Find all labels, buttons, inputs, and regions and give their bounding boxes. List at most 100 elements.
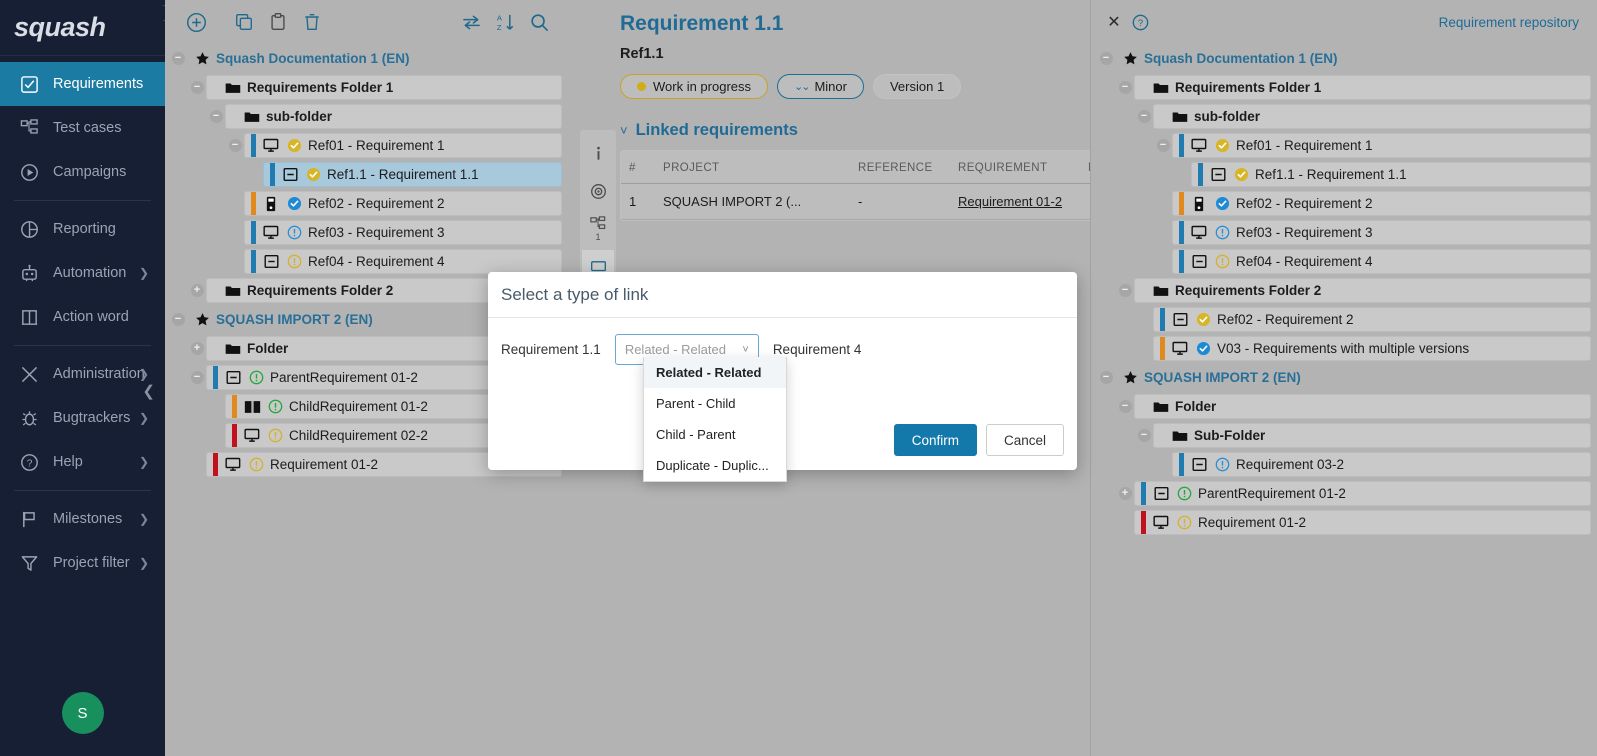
tree-toggle-minus[interactable]: − bbox=[188, 79, 206, 97]
tree-project-node[interactable]: −Squash Documentation 1 (EN) bbox=[165, 44, 562, 73]
tree-requirement-node[interactable]: Ref02 - Requirement 2 bbox=[1091, 305, 1591, 334]
tree-folder-node[interactable]: −Sub-Folder bbox=[1091, 421, 1591, 450]
tree-toggle-minus[interactable]: − bbox=[1154, 137, 1172, 155]
version-badge[interactable]: Version 1 bbox=[873, 74, 961, 99]
tree-row-box[interactable]: sub-folder bbox=[225, 104, 562, 129]
tree-toggle-minus[interactable]: − bbox=[1097, 369, 1115, 387]
transfer-icon[interactable] bbox=[454, 5, 488, 39]
tree-toggle-minus[interactable]: − bbox=[1116, 398, 1134, 416]
sidebar-item-test-cases[interactable]: Test cases bbox=[0, 106, 165, 150]
tree-folder-node[interactable]: −Requirements Folder 1 bbox=[165, 73, 562, 102]
tree-toggle-minus[interactable]: − bbox=[1116, 282, 1134, 300]
tree-requirement-node[interactable]: Requirement 01-2 bbox=[1091, 508, 1591, 537]
tree-row-box[interactable]: ParentRequirement 01-2 bbox=[1134, 481, 1591, 506]
tree-folder-node[interactable]: −Requirements Folder 1 bbox=[1091, 73, 1591, 102]
tree-requirement-node[interactable]: Ref02 - Requirement 2 bbox=[1091, 189, 1591, 218]
tree-requirement-node[interactable]: Ref02 - Requirement 2 bbox=[165, 189, 562, 218]
tree-row-box[interactable]: Sub-Folder bbox=[1153, 423, 1591, 448]
tab-coverage[interactable] bbox=[582, 174, 614, 208]
tree-toggle-plus[interactable]: + bbox=[188, 282, 206, 300]
tree-row-box[interactable]: Ref01 - Requirement 1 bbox=[1172, 133, 1591, 158]
tree-row-box[interactable]: Ref04 - Requirement 4 bbox=[1172, 249, 1591, 274]
trash-icon[interactable] bbox=[295, 5, 329, 39]
tree-row-box[interactable]: Requirement 01-2 bbox=[1134, 510, 1591, 535]
dropdown-option[interactable]: Child - Parent bbox=[644, 419, 786, 450]
tree-row-box[interactable]: Ref01 - Requirement 1 bbox=[244, 133, 562, 158]
tree-toggle-minus[interactable]: − bbox=[1135, 427, 1153, 445]
tree-row-box[interactable]: Ref02 - Requirement 2 bbox=[1172, 191, 1591, 216]
tree-toggle-minus[interactable]: − bbox=[207, 108, 225, 126]
tree-row-box[interactable]: Ref1.1 - Requirement 1.1 bbox=[1191, 162, 1591, 187]
tree-toggle-minus[interactable]: − bbox=[188, 369, 206, 387]
dropdown-option[interactable]: Related - Related bbox=[644, 357, 786, 388]
tab-linked-requirements[interactable]: 1 bbox=[582, 212, 614, 246]
sidebar-item-reporting[interactable]: Reporting bbox=[0, 207, 165, 251]
sort-alpha-icon[interactable]: AZ bbox=[488, 5, 522, 39]
sidebar-item-action-word[interactable]: Action word bbox=[0, 295, 165, 339]
tree-folder-node[interactable]: −sub-folder bbox=[165, 102, 562, 131]
tree-requirement-node[interactable]: V03 - Requirements with multiple version… bbox=[1091, 334, 1591, 363]
tree-folder-node[interactable]: −Folder bbox=[1091, 392, 1591, 421]
sidebar-item-bugtrackers[interactable]: Bugtrackers❯ bbox=[0, 396, 165, 440]
tree-requirement-node[interactable]: Ref03 - Requirement 3 bbox=[165, 218, 562, 247]
tree-requirement-node[interactable]: Ref1.1 - Requirement 1.1 bbox=[1091, 160, 1591, 189]
tree-row-box[interactable]: Ref1.1 - Requirement 1.1 bbox=[263, 162, 562, 187]
tree-toggle-minus[interactable]: − bbox=[1097, 50, 1115, 68]
tree-row-box[interactable]: SQUASH IMPORT 2 (EN) bbox=[1115, 365, 1591, 390]
sidebar-item-campaigns[interactable]: Campaigns bbox=[0, 150, 165, 194]
tree-requirement-node[interactable]: Ref1.1 - Requirement 1.1 bbox=[165, 160, 562, 189]
tree-row-box[interactable]: Ref03 - Requirement 3 bbox=[1172, 220, 1591, 245]
tree-toggle-plus[interactable]: + bbox=[188, 340, 206, 358]
tree-toggle-minus[interactable]: − bbox=[226, 137, 244, 155]
tree-row-box[interactable]: Requirements Folder 2 bbox=[1134, 278, 1591, 303]
criticality-badge[interactable]: ⌄⌄ Minor bbox=[777, 74, 864, 99]
confirm-button[interactable]: Confirm bbox=[894, 424, 977, 456]
tree-row-box[interactable]: Ref02 - Requirement 2 bbox=[244, 191, 562, 216]
tree-requirement-node[interactable]: +ParentRequirement 01-2 bbox=[1091, 479, 1591, 508]
tree-requirement-node[interactable]: −Ref01 - Requirement 1 bbox=[1091, 131, 1591, 160]
sidebar-item-project-filter[interactable]: Project filter❯ bbox=[0, 541, 165, 585]
dropdown-option[interactable]: Parent - Child bbox=[644, 388, 786, 419]
dropdown-option[interactable]: Duplicate - Duplic... bbox=[644, 450, 786, 481]
tree-row-box[interactable]: Requirement 03-2 bbox=[1172, 452, 1591, 477]
tree-row-box[interactable]: Ref02 - Requirement 2 bbox=[1153, 307, 1591, 332]
search-icon[interactable] bbox=[522, 5, 556, 39]
tree-row-box[interactable]: Squash Documentation 1 (EN) bbox=[1115, 46, 1591, 71]
tree-requirement-node[interactable]: −Ref01 - Requirement 1 bbox=[165, 131, 562, 160]
status-badge[interactable]: Work in progress bbox=[620, 74, 768, 99]
tree-folder-node[interactable]: −sub-folder bbox=[1091, 102, 1591, 131]
sidebar-item-help[interactable]: ?Help❯ bbox=[0, 440, 165, 484]
requirement-link[interactable]: Requirement 01-2 bbox=[958, 194, 1062, 209]
tree-requirement-node[interactable]: Ref03 - Requirement 3 bbox=[1091, 218, 1591, 247]
tree-folder-node[interactable]: −Requirements Folder 2 bbox=[1091, 276, 1591, 305]
tree-toggle-plus[interactable]: + bbox=[1116, 485, 1134, 503]
tree-toggle-minus[interactable]: − bbox=[1135, 108, 1153, 126]
paste-icon[interactable] bbox=[261, 5, 295, 39]
sidebar-item-milestones[interactable]: Milestones❯ bbox=[0, 497, 165, 541]
tree-requirement-node[interactable]: Requirement 03-2 bbox=[1091, 450, 1591, 479]
tree-row-box[interactable]: Requirements Folder 1 bbox=[206, 75, 562, 100]
tree-toggle-minus[interactable]: − bbox=[169, 50, 187, 68]
tab-information[interactable] bbox=[582, 136, 614, 170]
tree-toggle-minus[interactable]: − bbox=[169, 311, 187, 329]
tree-row-box[interactable]: sub-folder bbox=[1153, 104, 1591, 129]
close-icon[interactable]: ✕ bbox=[1101, 12, 1127, 32]
sidebar-item-administration[interactable]: Administration❯ bbox=[0, 352, 165, 396]
add-icon[interactable] bbox=[179, 5, 213, 39]
tree-row-box[interactable]: V03 - Requirements with multiple version… bbox=[1153, 336, 1591, 361]
tree-row-box[interactable]: Folder bbox=[1134, 394, 1591, 419]
tree-project-node[interactable]: −SQUASH IMPORT 2 (EN) bbox=[1091, 363, 1591, 392]
tree-toggle-minus[interactable]: − bbox=[1116, 79, 1134, 97]
tree-row-box[interactable]: Requirements Folder 1 bbox=[1134, 75, 1591, 100]
copy-icon[interactable] bbox=[227, 5, 261, 39]
cancel-button[interactable]: Cancel bbox=[986, 424, 1064, 456]
tree-row-box[interactable]: Squash Documentation 1 (EN) bbox=[187, 46, 562, 71]
tree-row-box[interactable]: Ref04 - Requirement 4 bbox=[244, 249, 562, 274]
tree-requirement-node[interactable]: Ref04 - Requirement 4 bbox=[1091, 247, 1591, 276]
tree-row-box[interactable]: Ref03 - Requirement 3 bbox=[244, 220, 562, 245]
app-logo[interactable]: squash bbox=[0, 0, 165, 56]
question-circle-icon[interactable]: ? bbox=[1127, 14, 1153, 31]
sidebar-item-automation[interactable]: Automation❯ bbox=[0, 251, 165, 295]
sidebar-item-requirements[interactable]: Requirements bbox=[0, 62, 165, 106]
sidebar-collapse-button[interactable]: ❮ bbox=[142, 382, 155, 400]
